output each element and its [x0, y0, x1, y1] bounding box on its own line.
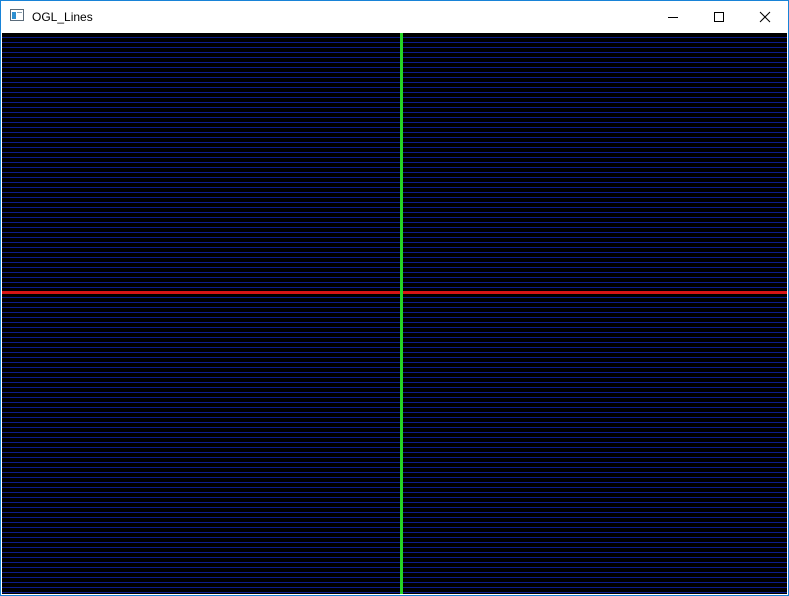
window-title: OGL_Lines [32, 10, 93, 24]
app-icon [10, 9, 24, 21]
opengl-canvas[interactable] [2, 33, 787, 594]
horizontal-axis-line [2, 291, 787, 294]
minimize-button[interactable] [650, 1, 696, 32]
vertical-axis-line [400, 33, 403, 594]
app-window: OGL_Lines [0, 0, 789, 596]
maximize-button[interactable] [696, 1, 742, 32]
maximize-icon [714, 11, 724, 22]
title-bar[interactable]: OGL_Lines [1, 1, 788, 32]
minimize-icon [668, 16, 678, 18]
close-button[interactable] [742, 1, 788, 32]
close-icon [759, 11, 771, 22]
